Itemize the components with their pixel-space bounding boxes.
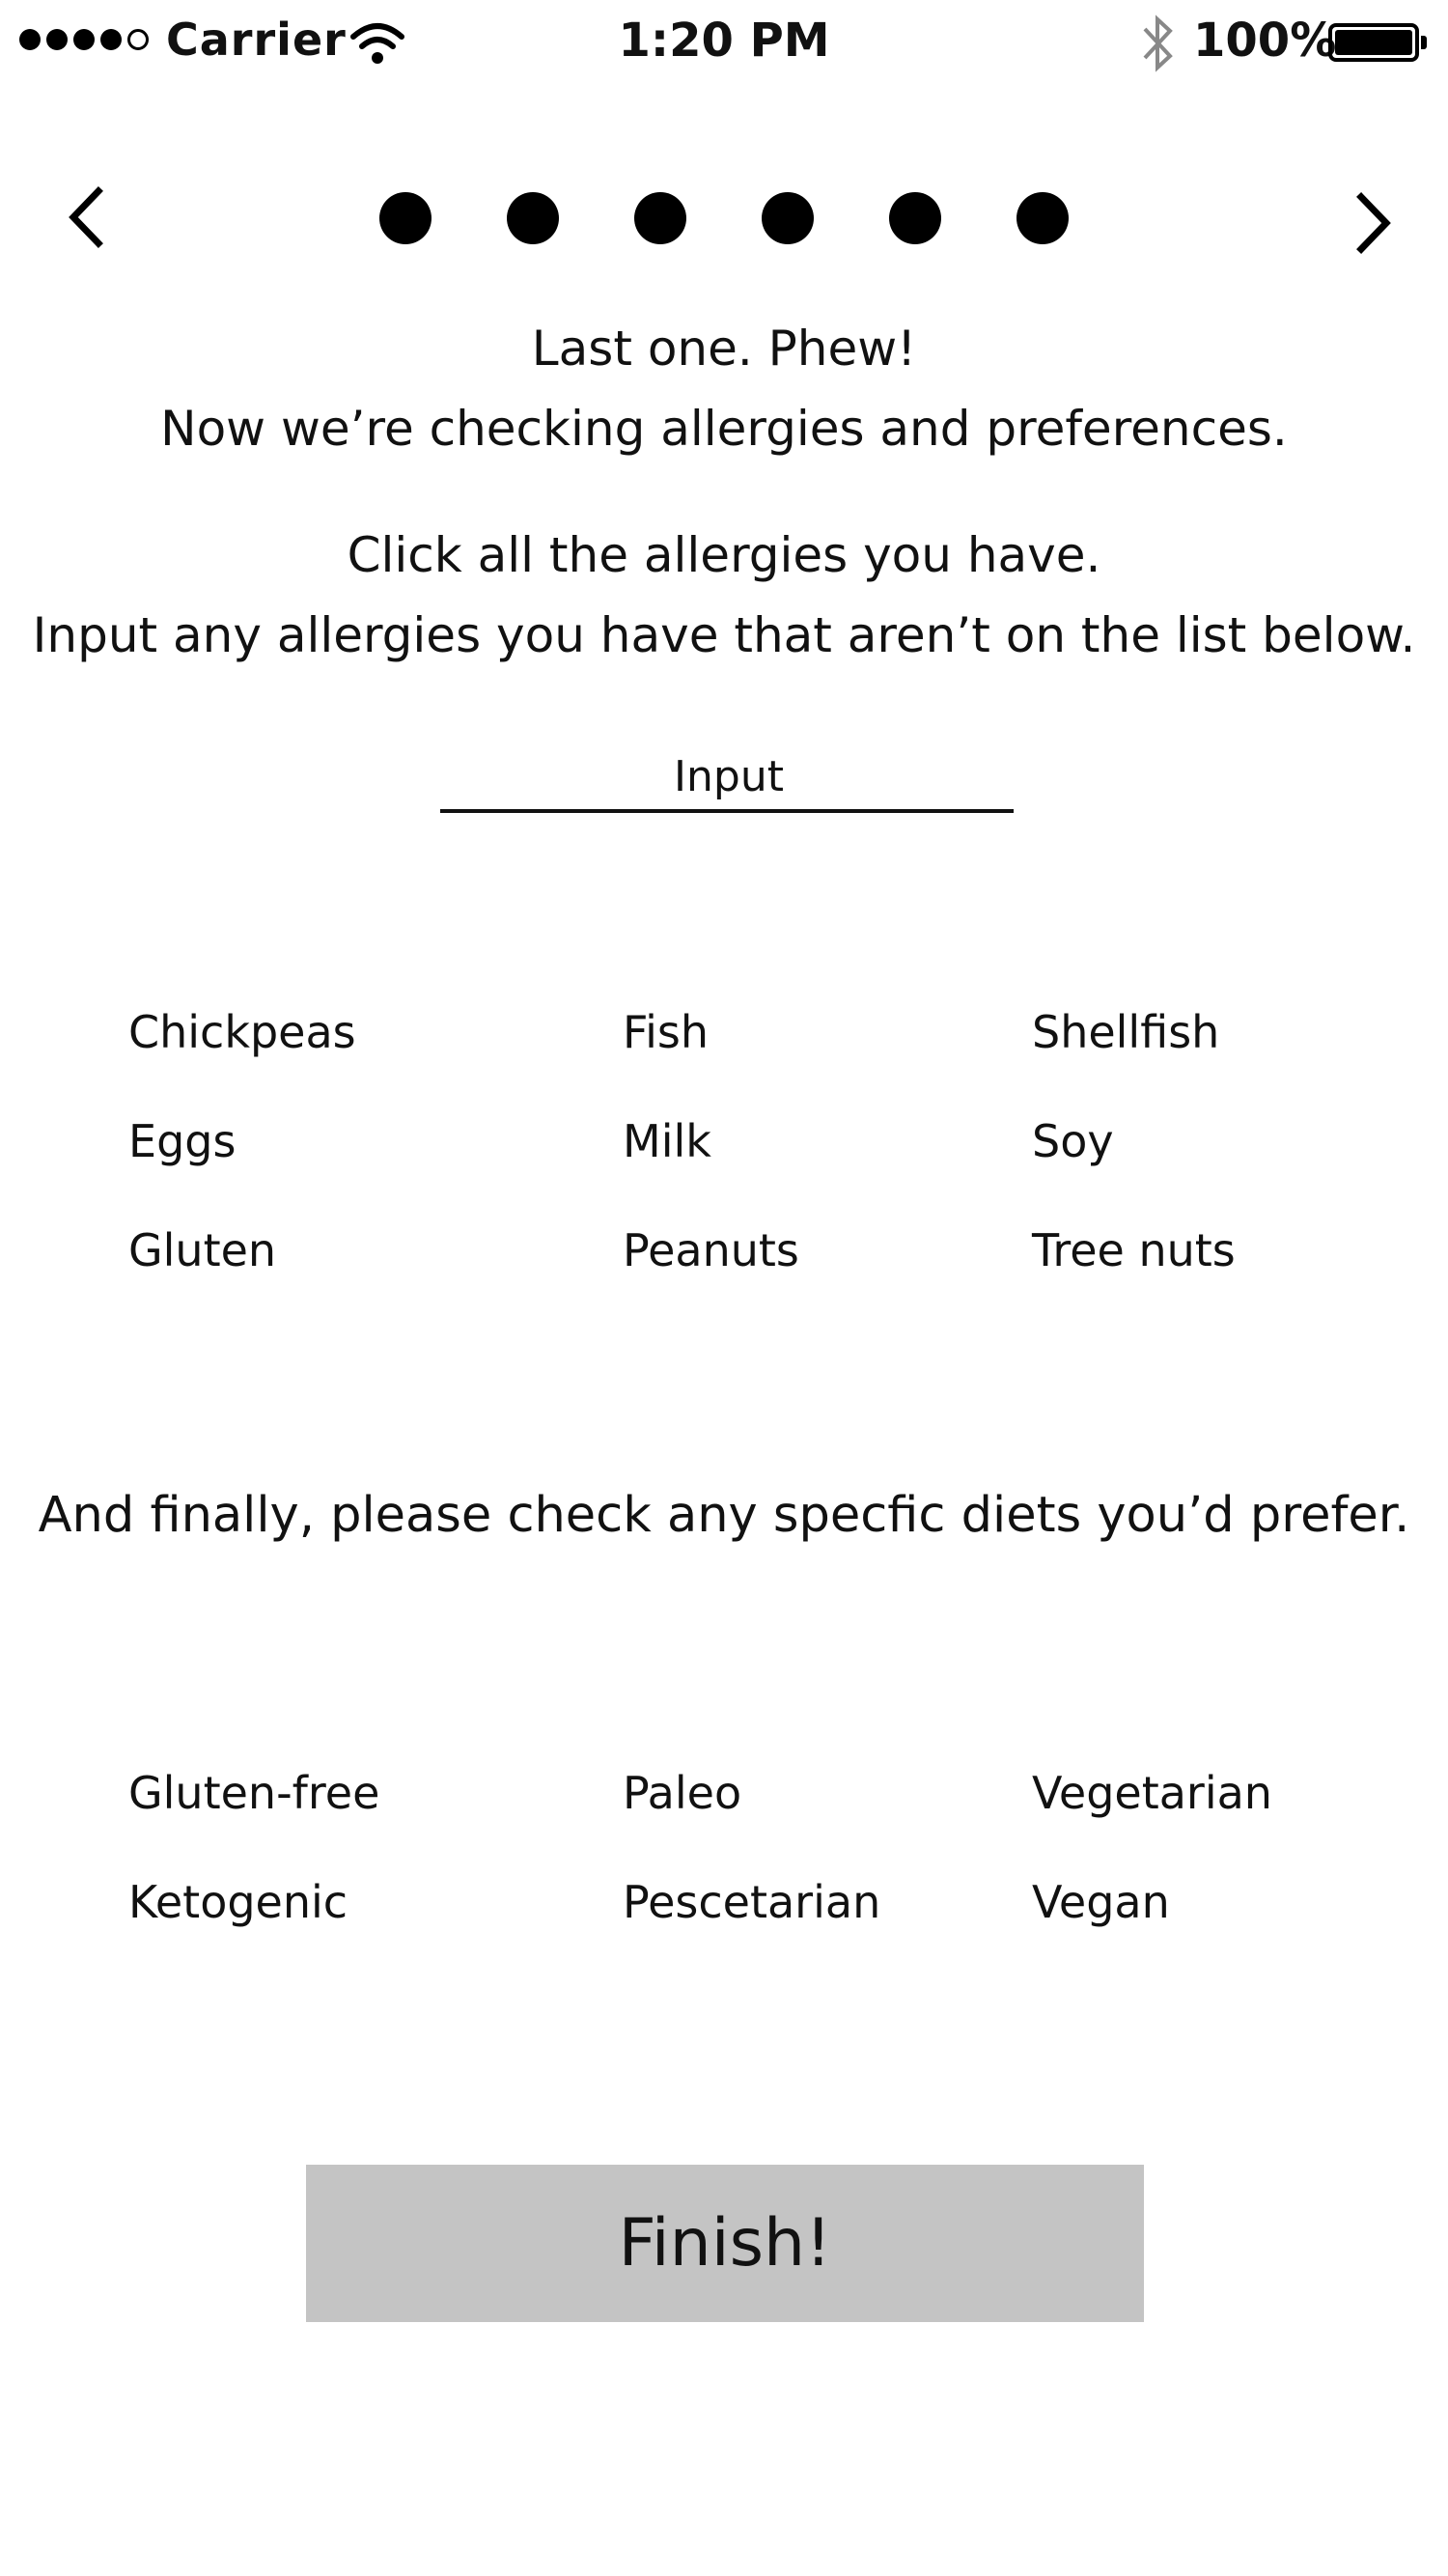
chevron-left-icon[interactable] <box>60 183 118 251</box>
allergy-option-chickpeas[interactable]: Chickpeas <box>128 1006 356 1058</box>
progress-step <box>507 192 559 244</box>
diet-option-ketogenic[interactable]: Ketogenic <box>128 1876 348 1928</box>
finish-button[interactable]: Finish! <box>306 2165 1144 2322</box>
allergy-input-wrapper <box>440 743 1017 813</box>
allergy-instruction-input: Input any allergies you have that aren’t… <box>32 607 1416 663</box>
diet-option-vegetarian[interactable]: Vegetarian <box>1032 1767 1272 1819</box>
allergy-option-eggs[interactable]: Eggs <box>128 1115 236 1167</box>
progress-indicator <box>379 192 1069 244</box>
progress-step <box>762 192 814 244</box>
battery-icon <box>1328 23 1427 62</box>
diet-option-gluten-free[interactable]: Gluten-free <box>128 1767 379 1819</box>
progress-step <box>1016 192 1069 244</box>
diet-option-vegan[interactable]: Vegan <box>1032 1876 1170 1928</box>
progress-step <box>634 192 686 244</box>
allergy-option-tree-nuts[interactable]: Tree nuts <box>1032 1224 1236 1276</box>
intro-heading: Last one. Phew! <box>531 321 917 377</box>
allergy-option-soy[interactable]: Soy <box>1032 1115 1114 1167</box>
allergy-option-gluten[interactable]: Gluten <box>128 1224 276 1276</box>
progress-step <box>379 192 432 244</box>
allergy-input[interactable] <box>440 743 1017 809</box>
status-bar: Carrier 1:20 PM 100% <box>0 0 1448 87</box>
intro-subheading: Now we’re checking allergies and prefere… <box>160 401 1288 457</box>
chevron-right-icon[interactable] <box>1342 189 1400 257</box>
allergy-instruction: Click all the allergies you have. <box>347 527 1101 583</box>
battery-percentage: 100% <box>1193 14 1337 68</box>
diet-prompt: And finally, please check any specfic di… <box>38 1487 1410 1544</box>
allergy-option-fish[interactable]: Fish <box>623 1006 709 1058</box>
allergy-option-shellfish[interactable]: Shellfish <box>1032 1006 1219 1058</box>
progress-step <box>889 192 941 244</box>
diet-option-paleo[interactable]: Paleo <box>623 1767 741 1819</box>
allergy-option-peanuts[interactable]: Peanuts <box>623 1224 799 1276</box>
allergy-option-milk[interactable]: Milk <box>623 1115 711 1167</box>
diet-option-pescetarian[interactable]: Pescetarian <box>623 1876 880 1928</box>
bluetooth-icon <box>1143 14 1173 72</box>
